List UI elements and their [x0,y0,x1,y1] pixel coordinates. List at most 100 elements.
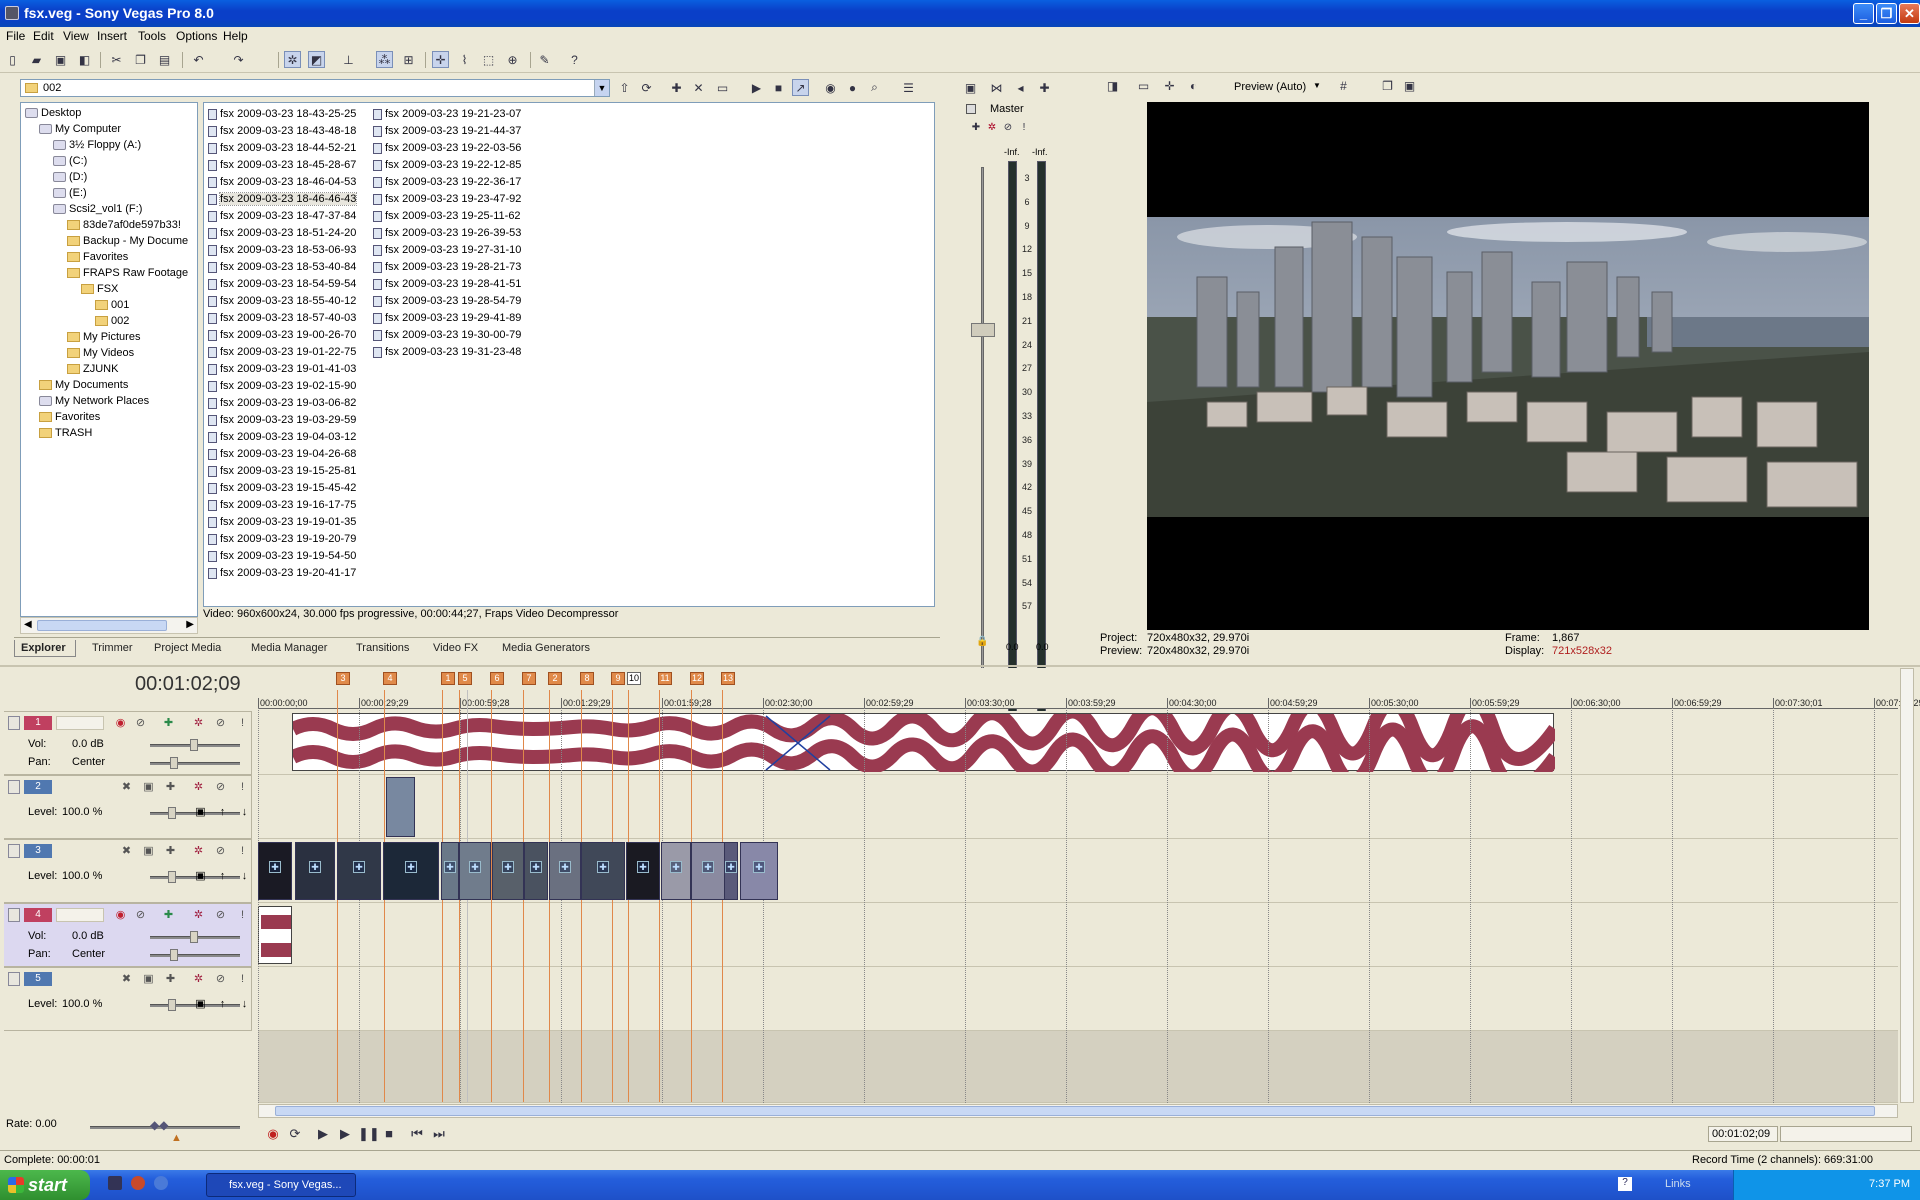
snapping-icon[interactable]: ⊥ [340,51,357,68]
lock-envelopes-icon[interactable]: ⁂ [376,51,393,68]
file-item[interactable]: fsx 2009-03-23 19-26-39-53 [373,225,521,241]
video-clip[interactable]: ✚ [691,842,725,900]
file-item[interactable]: fsx 2009-03-23 19-01-22-75 [208,344,356,360]
track-param-slider[interactable] [150,954,240,957]
preview-quality[interactable]: Preview (Auto) [1234,81,1306,93]
timeline-horizontal-scrollbar[interactable] [258,1104,1898,1118]
scroll-left-icon[interactable]: ◀ [24,619,32,630]
timeline-marker[interactable]: 5 [458,672,472,685]
tree-node[interactable]: 3½ Floppy (A:) [53,138,141,153]
folder-tree[interactable]: Desktop My Computer 3½ Floppy (A:) (C:) (D:)… [20,102,198,617]
file-item[interactable]: fsx 2009-03-23 19-28-54-79 [373,293,521,309]
file-item[interactable]: fsx 2009-03-23 19-04-26-68 [208,446,356,462]
track-header-2[interactable]: 2 ✖ ▣ ✚ ✲ ⊘! Level: 100.0 % ▣ ↑ ↓ [4,775,252,839]
pan-crop-icon[interactable]: ✚ [309,861,321,873]
file-item[interactable]: fsx 2009-03-23 19-03-06-82 [208,395,356,411]
chevron-down-icon[interactable]: ▼ [1313,81,1321,90]
tree-node[interactable]: TRASH [39,426,92,441]
preview-fx-icon[interactable]: ✛ [1161,77,1178,94]
file-item[interactable]: fsx 2009-03-23 18-54-59-54 [208,276,356,292]
track-minimize-icon[interactable] [8,780,20,794]
explorer-path-combo[interactable]: 002 ▼ [20,79,610,97]
menu-options[interactable]: Options [176,29,217,43]
quicklaunch-icon-1[interactable] [108,1176,122,1190]
arm-record-icon[interactable]: ◉ [114,717,127,730]
file-item[interactable]: fsx 2009-03-23 19-28-21-73 [373,259,521,275]
track-lane-4[interactable] [258,903,1898,967]
gear-icon[interactable]: ✲ [192,717,205,730]
tree-node[interactable]: Favorites [67,250,128,265]
master-mute-icon[interactable] [966,104,976,114]
redo-icon[interactable]: ↷ [230,51,247,68]
tree-node[interactable]: My Network Places [39,394,149,409]
no-icon[interactable]: ⊘ [1002,121,1014,133]
move-up-icon[interactable]: ↑ [216,806,229,819]
video-clip[interactable]: ✚ [626,842,660,900]
quicklaunch-icon-2[interactable] [131,1176,145,1190]
paste-icon[interactable]: ▤ [156,51,173,68]
file-item[interactable]: fsx 2009-03-23 18-43-48-18 [208,123,356,139]
tree-node[interactable]: ZJUNK [67,362,118,377]
overlays-icon[interactable]: # [1335,77,1352,94]
video-clip[interactable]: ✚ [295,842,335,900]
tree-node[interactable]: Scsi2_vol1 (F:) [53,202,142,217]
chevron-down-icon[interactable]: ▼ [594,80,609,96]
close-button[interactable]: ✕ [1899,3,1920,24]
search-icon[interactable]: ⌕ [866,79,883,96]
timeline-marker[interactable]: 3 [336,672,350,685]
pan-crop-icon[interactable]: ✚ [597,861,609,873]
normal-edit-tool-icon[interactable]: ✛ [432,51,449,68]
solo-icon[interactable]: ! [236,781,249,794]
file-item[interactable]: fsx 2009-03-23 19-29-41-89 [373,310,521,326]
menu-tools[interactable]: Tools [138,29,166,43]
taskbar-item-vegas[interactable]: fsx.veg - Sony Vegas... [206,1173,356,1197]
properties-icon[interactable]: ✎ [536,51,553,68]
composite-mode-icon[interactable]: ✖ [120,781,133,794]
master-icon-2[interactable]: ⋈ [988,79,1005,96]
tree-horizontal-scrollbar[interactable]: ◀ ▶ [20,617,198,634]
file-item[interactable]: fsx 2009-03-23 19-19-54-50 [208,548,356,564]
menu-file[interactable]: File [6,29,25,43]
tree-node[interactable]: My Computer [39,122,121,137]
timeline-marker[interactable]: 2 [548,672,562,685]
new-folder-icon[interactable]: ▭ [714,79,731,96]
invert-phase-icon[interactable]: ⊘ [134,717,147,730]
auto-preview-icon[interactable]: ↗ [792,79,809,96]
timeline-ruler[interactable]: 00:00:00;0000:00:29;2900:00:59;2800:01:2… [258,668,1920,709]
composite-mode-icon[interactable]: ✖ [120,845,133,858]
scroll-right-icon[interactable]: ▶ [186,619,194,630]
file-item[interactable]: fsx 2009-03-23 18-47-37-84 [208,208,356,224]
gear-icon[interactable]: ✲ [192,781,205,794]
lock-icon[interactable]: 🔒 [976,636,988,647]
video-clip[interactable]: ✚ [337,842,381,900]
solo-icon[interactable]: ! [236,973,249,986]
cut-icon[interactable]: ✂ [108,51,125,68]
compositing-parent-icon[interactable]: ▣ [142,781,155,794]
file-item[interactable]: fsx 2009-03-23 19-27-31-10 [373,242,521,258]
gear-icon[interactable]: ✲ [986,121,998,133]
pan-crop-icon[interactable]: ✚ [637,861,649,873]
timeline-marker[interactable]: 12 [690,672,704,685]
file-item[interactable]: fsx 2009-03-23 19-22-12-85 [373,157,521,173]
composite-mode-icon[interactable]: ✖ [120,973,133,986]
file-item[interactable]: fsx 2009-03-23 18-43-25-25 [208,106,356,122]
new-icon[interactable]: ▯ [4,51,21,68]
track-param-slider[interactable] [150,762,240,765]
track-header-1[interactable]: 1 ◉ ⊘ ✚ ✲ ⊘! Vol: 0.0 dB Pan: Center [4,711,252,775]
file-item[interactable]: fsx 2009-03-23 19-22-36-17 [373,174,521,190]
slider-thumb[interactable] [168,871,176,883]
mute-icon[interactable]: ⊘ [214,909,227,922]
tree-node[interactable]: (E:) [53,186,87,201]
move-down-icon[interactable]: ↓ [238,806,251,819]
file-item[interactable]: fsx 2009-03-23 19-19-20-79 [208,531,356,547]
menu-edit[interactable]: Edit [33,29,54,43]
timeline-marker[interactable]: 6 [490,672,504,685]
move-down-icon[interactable]: ↓ [238,870,251,883]
solo-icon[interactable]: ! [236,717,249,730]
tab-transitions[interactable]: Transitions [350,640,415,657]
tree-node[interactable]: My Videos [67,346,134,361]
minimize-button[interactable]: _ [1853,3,1874,24]
track-minimize-icon[interactable] [8,972,20,986]
timeline-marker[interactable]: 7 [522,672,536,685]
slider-thumb[interactable] [190,739,198,751]
